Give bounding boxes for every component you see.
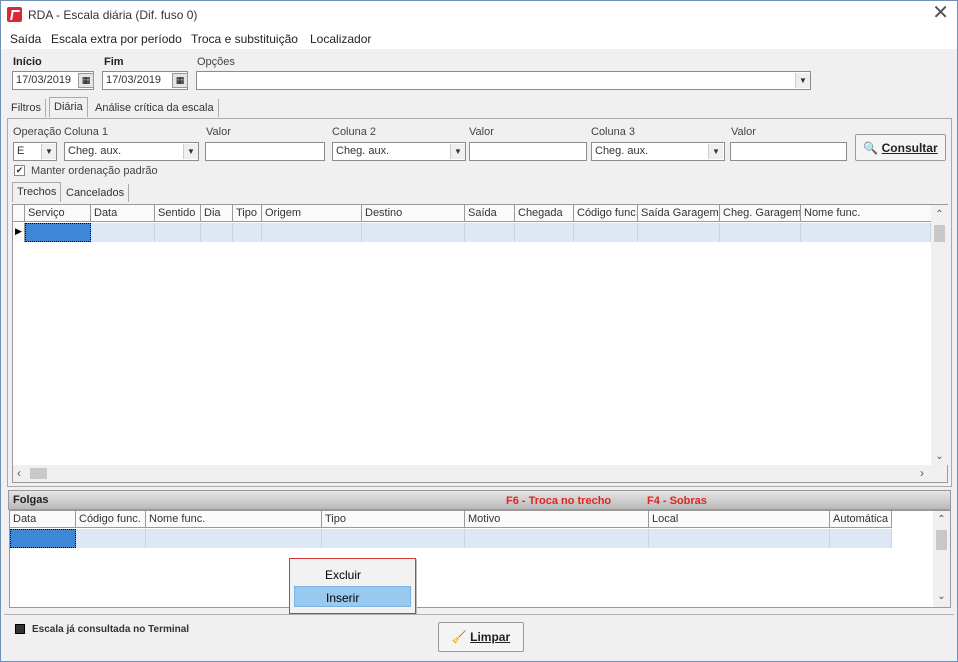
coluna3-select[interactable]: Cheg. aux. xyxy=(591,142,725,161)
folgas-header: Data Código func. Nome func. Tipo Motivo… xyxy=(10,511,892,528)
table-row[interactable] xyxy=(10,529,892,548)
table-row[interactable]: ▶ xyxy=(13,223,931,242)
tab-cancelados[interactable]: Cancelados xyxy=(62,184,130,202)
main-window: RDA - Escala diária (Dif. fuso 0) ✕ Saíd… xyxy=(0,0,958,662)
operacao-label: Operação xyxy=(13,126,62,138)
app-icon xyxy=(7,7,22,22)
close-icon[interactable]: ✕ xyxy=(932,3,949,23)
footer-divider xyxy=(4,614,954,615)
chevron-left-icon[interactable]: ‹ xyxy=(17,466,21,480)
fim-label: Fim xyxy=(104,56,124,68)
broom-icon: 🧹 xyxy=(451,630,467,644)
col-nome-func[interactable]: Nome func. xyxy=(801,205,931,222)
chevron-up-icon[interactable]: ⌃ xyxy=(931,209,948,220)
ctx-excluir[interactable]: Excluir xyxy=(294,564,411,585)
title-bar: RDA - Escala diária (Dif. fuso 0) ✕ xyxy=(1,1,957,29)
valor1-input[interactable] xyxy=(205,142,325,161)
coluna1-select[interactable]: Cheg. aux. xyxy=(64,142,199,161)
window-title: RDA - Escala diária (Dif. fuso 0) xyxy=(28,8,198,22)
col-origem[interactable]: Origem xyxy=(262,205,362,222)
chevron-down-icon[interactable]: ▼ xyxy=(450,144,465,159)
inicio-label: Início xyxy=(13,56,42,68)
valor3-input[interactable] xyxy=(730,142,847,161)
chevron-down-icon[interactable]: ⌄ xyxy=(933,591,950,602)
consultar-button[interactable]: 🔍 Consultar xyxy=(855,134,946,161)
col-servico[interactable]: Serviço xyxy=(25,205,91,222)
status-indicator-icon xyxy=(15,624,25,634)
valor3-label: Valor xyxy=(731,126,756,138)
folgas-header-bar xyxy=(8,490,951,510)
calendar-icon[interactable]: ▦ xyxy=(78,73,94,88)
folgas-grid: Data Código func. Nome func. Tipo Motivo… xyxy=(9,510,951,608)
ctx-inserir[interactable]: Inserir xyxy=(294,586,411,607)
col-saida-garagem[interactable]: Saída Garagem xyxy=(638,205,720,222)
search-icon: 🔍 xyxy=(863,141,879,155)
trechos-vscroll[interactable]: ⌃ ⌄ xyxy=(931,205,948,465)
coluna3-label: Coluna 3 xyxy=(591,126,636,138)
coluna2-label: Coluna 2 xyxy=(332,126,377,138)
col-codigo-func[interactable]: Código func. xyxy=(574,205,638,222)
col-cheg-garagem[interactable]: Cheg. Garagem xyxy=(720,205,801,222)
col-tipo[interactable]: Tipo xyxy=(322,511,465,528)
col-nome-func[interactable]: Nome func. xyxy=(146,511,322,528)
chevron-down-icon[interactable]: ⌄ xyxy=(931,451,948,462)
col-motivo[interactable]: Motivo xyxy=(465,511,649,528)
tab-trechos[interactable]: Trechos xyxy=(12,182,62,202)
chevron-right-icon[interactable]: › xyxy=(920,466,924,480)
col-sentido[interactable]: Sentido xyxy=(155,205,201,222)
col-destino[interactable]: Destino xyxy=(362,205,465,222)
coluna1-label: Coluna 1 xyxy=(64,126,109,138)
manter-ordenacao-checkbox[interactable]: ✔ xyxy=(14,165,25,176)
folgas-title: Folgas xyxy=(13,494,49,506)
opcoes-select[interactable] xyxy=(196,71,811,90)
opcoes-label: Opções xyxy=(197,56,235,68)
tab-filtros[interactable]: Filtros xyxy=(7,99,46,117)
col-data[interactable]: Data xyxy=(10,511,76,528)
col-chegada[interactable]: Chegada xyxy=(515,205,574,222)
trechos-grid: Serviço Data Sentido Dia Tipo Origem Des… xyxy=(12,204,948,483)
chevron-down-icon[interactable]: ▼ xyxy=(708,144,723,159)
chevron-down-icon[interactable]: ▼ xyxy=(795,73,810,88)
chevron-up-icon[interactable]: ⌃ xyxy=(933,514,950,525)
sub-tabs: Trechos Cancelados xyxy=(12,182,947,203)
context-menu: Excluir Inserir xyxy=(289,558,416,614)
valor2-input[interactable] xyxy=(469,142,587,161)
col-codigo-func[interactable]: Código func. xyxy=(76,511,146,528)
trechos-hscroll[interactable]: ‹ › xyxy=(13,465,947,482)
folgas-vscroll[interactable]: ⌃ ⌄ xyxy=(933,511,950,607)
menu-bar: Saída Escala extra por período Troca e s… xyxy=(1,29,957,49)
row-indicator-icon: ▶ xyxy=(13,223,25,242)
menu-troca-substituicao[interactable]: Troca e substituição xyxy=(191,32,298,46)
col-tipo[interactable]: Tipo xyxy=(233,205,262,222)
valor1-label: Valor xyxy=(206,126,231,138)
col-automatica[interactable]: Automática xyxy=(830,511,892,528)
col-local[interactable]: Local xyxy=(649,511,830,528)
calendar-icon[interactable]: ▦ xyxy=(172,73,188,88)
chevron-down-icon[interactable]: ▼ xyxy=(41,144,56,159)
col-data[interactable]: Data xyxy=(91,205,155,222)
menu-saida[interactable]: Saída xyxy=(10,32,41,46)
menu-localizador[interactable]: Localizador xyxy=(310,32,371,46)
limpar-button[interactable]: 🧹 Limpar xyxy=(438,622,524,652)
hint-f6: F6 - Troca no trecho xyxy=(506,495,612,507)
trechos-header: Serviço Data Sentido Dia Tipo Origem Des… xyxy=(13,205,931,222)
valor2-label: Valor xyxy=(469,126,494,138)
coluna2-select[interactable]: Cheg. aux. xyxy=(332,142,466,161)
menu-escala-extra[interactable]: Escala extra por período xyxy=(51,32,182,46)
hint-f4: F4 - Sobras xyxy=(647,495,707,507)
chevron-down-icon[interactable]: ▼ xyxy=(183,144,198,159)
tab-diaria[interactable]: Diária xyxy=(49,97,88,117)
status-label: Escala já consultada no Terminal xyxy=(32,624,190,635)
main-tabs: Filtros Diária Análise crítica da escala xyxy=(7,97,952,118)
manter-ordenacao-label: Manter ordenação padrão xyxy=(31,165,158,177)
tab-analise-critica[interactable]: Análise crítica da escala xyxy=(91,99,219,117)
col-dia[interactable]: Dia xyxy=(201,205,233,222)
col-saida[interactable]: Saída xyxy=(465,205,515,222)
